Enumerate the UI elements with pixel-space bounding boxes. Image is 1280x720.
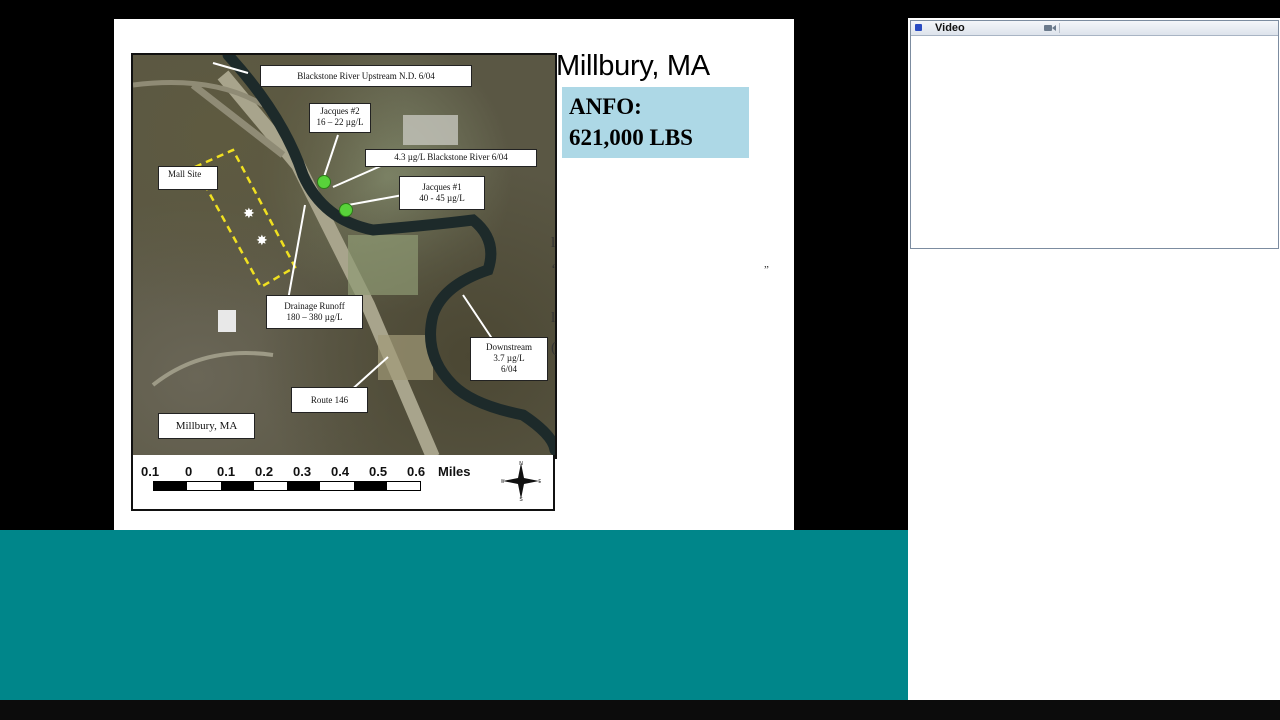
map-scale-bar: 0.1 0 0.1 0.2 0.3 0.4 0.5 0.6 Miles N S … [131,455,555,511]
slide-title: Millbury, MA [556,50,710,82]
video-window[interactable]: Video [910,20,1279,249]
anfo-callout: ANFO: 621,000 LBS [562,87,749,158]
label-downstream: Downstream 3.7 µg/L 6/04 [470,337,548,381]
scale-tick: 0.5 [369,464,388,479]
compass-s: S [519,497,523,501]
label-jacques2: Jacques #2 16 – 22 µg/L [309,103,371,133]
window-menu-icon[interactable] [915,24,922,31]
label-jacques1-name: Jacques #1 [422,182,462,192]
video-titlebar[interactable]: Video [911,21,1278,36]
text-fragment: l [551,310,556,326]
field-area [348,235,418,295]
pointer-line [332,164,384,188]
scale-segment [386,482,420,490]
scale-segment [253,482,287,490]
label-drainage-runoff: Drainage Runoff 180 – 380 µg/L [266,295,363,329]
bottom-strip [0,700,1280,720]
scale-tick: 0.3 [293,464,312,479]
label-jacques1-value: 40 - 45 µg/L [419,193,465,203]
scale-segments [153,481,421,491]
scale-segment [154,482,188,490]
sample-point-jacques2 [317,175,331,189]
label-route: Route 146 [291,387,368,413]
local-road [151,351,274,387]
scale-segment [187,482,221,490]
label-drainage-name: Drainage Runoff [284,301,345,311]
scale-tick: 0.4 [331,464,350,479]
scale-segment [287,482,321,490]
scale-tick: 0.1 [141,464,160,479]
sample-point-jacques1 [339,203,353,217]
compass-rose-icon: N S E W [501,461,541,501]
label-downstream-date: 6/04 [500,364,517,374]
burst-icon: ✸ [243,205,255,221]
pointer-line [322,134,339,181]
compass-e: E [538,479,541,485]
text-fragment: ( [551,340,556,356]
scale-segment [353,482,387,490]
camera-icon[interactable] [1044,24,1056,32]
building-cluster [403,115,458,145]
text-fragment: l [551,235,556,251]
compass-w: W [501,479,505,485]
label-downstream-value: 3.7 µg/L [493,353,525,363]
label-jacques2-name: Jacques #2 [320,106,360,116]
burst-icon: ✸ [256,232,268,248]
anfo-amount: 621,000 LBS [569,125,693,150]
scale-tick: 0 [185,464,193,479]
building [218,310,236,332]
scale-segment [220,482,254,490]
pointer-line [462,294,494,341]
label-mall-site: Mall Site [158,166,218,190]
scale-unit: Miles [438,464,471,479]
titlebar-separator [1059,23,1060,33]
anfo-label: ANFO: [569,94,642,119]
label-drainage-value: 180 – 380 µg/L [286,312,343,322]
text-fragment: ” [764,264,769,276]
teal-band [0,530,908,700]
label-jacques2-value: 16 – 22 µg/L [316,117,364,127]
label-blackstone-river: 4.3 µg/L Blackstone River 6/04 [365,149,537,167]
right-panel-top-edge [908,0,1280,18]
video-window-title: Video [935,22,965,34]
scale-tick: 0.1 [217,464,236,479]
scale-tick: 0.6 [407,464,426,479]
pointer-line [287,204,306,301]
label-town: Millbury, MA [158,413,255,439]
label-jacques1: Jacques #1 40 - 45 µg/L [399,176,485,210]
text-fragment: ‘ [551,262,556,278]
pointer-line [347,194,404,206]
compass-n: N [519,461,523,467]
label-downstream-name: Downstream [486,342,532,352]
label-upstream: Blackstone River Upstream N.D. 6/04 [260,65,472,87]
scale-segment [320,482,354,490]
site-map: ✸ ✸ Blackstone River Upstream N.D. 6/04 … [131,53,557,459]
scale-tick: 0.2 [255,464,274,479]
